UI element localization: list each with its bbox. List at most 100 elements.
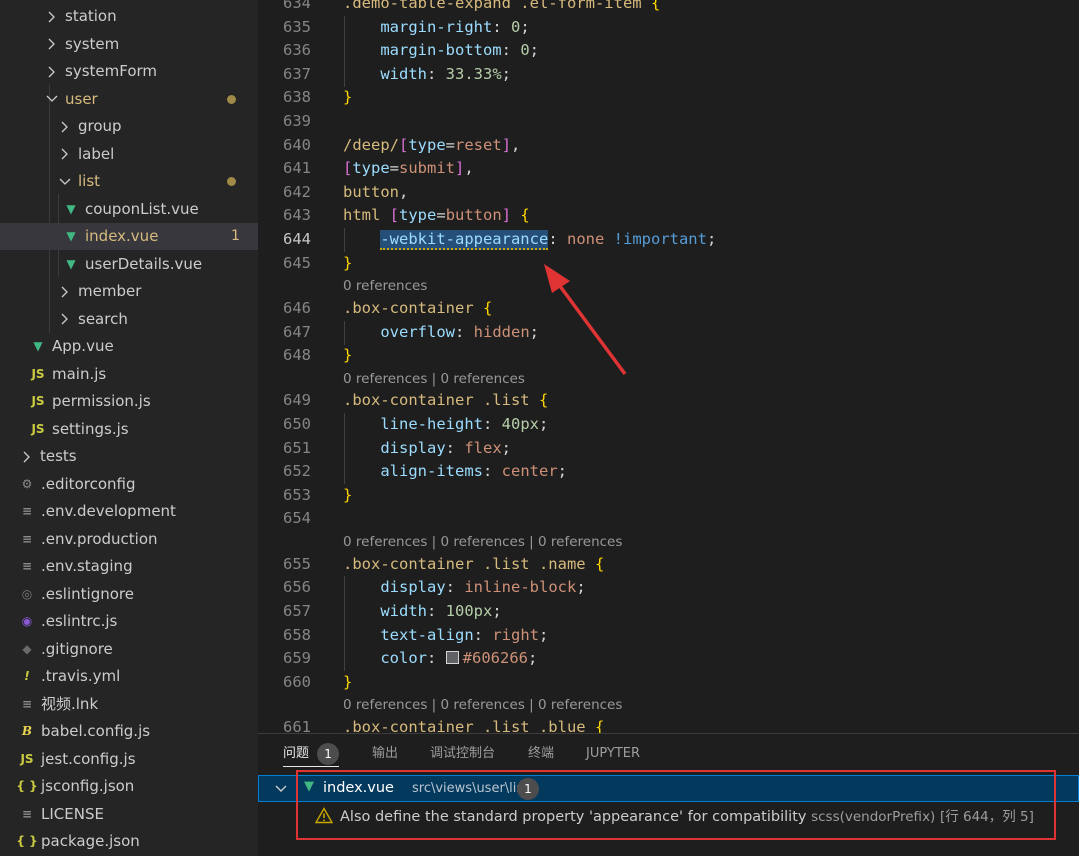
problem-message-line: Also define the standard property 'appea… <box>340 804 1034 831</box>
tree-item-label: .env.development <box>41 502 176 520</box>
tree-item-label: couponList.vue <box>85 199 199 218</box>
tree-item-station[interactable]: station <box>0 3 258 30</box>
tree-item-app-vue[interactable]: ▼ App.vue <box>0 333 258 360</box>
problem-message: Also define the standard property 'appea… <box>340 809 807 825</box>
js-file-icon: JS <box>31 366 45 381</box>
tree-item-env-staging[interactable]: ≡ .env.staging <box>0 553 258 580</box>
vue-file-icon: ▼ <box>66 201 76 216</box>
chevron-right-icon[interactable] <box>59 306 71 333</box>
chevron-down-icon[interactable] <box>275 776 287 801</box>
tree-item-label: settings.js <box>52 419 129 438</box>
tree-item-systemform[interactable]: systemForm <box>0 58 258 85</box>
tree-item-babel-config-js[interactable]: Bbabel.config.js <box>0 718 258 745</box>
warning-icon <box>314 807 334 828</box>
chevron-right-icon[interactable] <box>59 141 71 168</box>
tree-item-label: systemForm <box>65 62 158 80</box>
tree-item-label[interactable]: label <box>0 141 258 168</box>
tab-problems-label: 问题 <box>283 746 310 761</box>
chevron-down-icon[interactable] <box>46 86 58 113</box>
tree-item-search[interactable]: search <box>0 306 258 333</box>
tree-item-label: userDetails.vue <box>85 254 203 273</box>
tree-item-label: .eslintignore <box>41 584 134 603</box>
tree-item-tests[interactable]: tests <box>0 443 258 470</box>
tree-item-label: user <box>65 89 98 108</box>
gear-icon: ⚙ <box>21 476 33 491</box>
tree-item-couponlist-vue[interactable]: ▼ couponList.vue <box>0 196 258 223</box>
tree-item-label: station <box>65 7 117 25</box>
tree-item-label: list <box>78 172 101 190</box>
problems-count-badge: 1 <box>317 742 340 765</box>
tree-item-jest-config-js[interactable]: JS jest.config.js <box>0 746 258 773</box>
js-file-icon: JS <box>31 394 45 408</box>
tree-item-label: .env.production <box>41 529 158 548</box>
tree-item-label: .gitignore <box>41 639 113 658</box>
tree-item-label: group <box>78 117 122 135</box>
babel-icon: B <box>21 724 33 738</box>
tree-item-member[interactable]: member <box>0 278 258 305</box>
vue-file-icon: ▼ <box>66 229 76 243</box>
tree-item-userdetails-vue[interactable]: ▼ userDetails.vue <box>0 251 258 278</box>
tree-item-group[interactable]: group <box>0 113 258 140</box>
explorer-sidebar: station system systemForm user group label lis… <box>0 0 258 856</box>
problem-item[interactable]: Also define the standard property 'appea… <box>258 804 1079 831</box>
tree-item-label: member <box>78 282 142 300</box>
text-file-icon: ≡ <box>21 531 33 546</box>
tree-item-label: search <box>78 309 128 328</box>
tree-item-list[interactable]: list <box>0 168 258 195</box>
problem-file-row[interactable]: ▼ index.vue src\views\user\list 1 <box>258 775 1079 802</box>
tree-item-settings-js[interactable]: JS settings.js <box>0 416 258 443</box>
chevron-right-icon[interactable] <box>46 31 58 58</box>
js-file-icon: JS <box>31 421 45 436</box>
tree-item-jsconfig-json[interactable]: { } jsconfig.json <box>0 773 258 800</box>
tree-item-eslintignore[interactable]: ◎ .eslintignore <box>0 581 258 608</box>
chevron-down-icon[interactable] <box>59 168 71 195</box>
tree-item-editorconfig[interactable]: ⚙ .editorconfig <box>0 471 258 498</box>
tree-item-label: LICENSE <box>41 804 104 823</box>
git-icon: ◆ <box>22 641 32 656</box>
tree-item-gitignore[interactable]: ◆ .gitignore <box>0 636 258 663</box>
tree-item-label: system <box>65 34 120 53</box>
tree-item-main-js[interactable]: JS main.js <box>0 361 258 388</box>
tree-item-user[interactable]: user <box>0 86 258 113</box>
tree-item-permission-js[interactable]: JS permission.js <box>0 388 258 415</box>
tree-item-env-development[interactable]: ≡ .env.development <box>0 498 258 525</box>
tab-problems[interactable]: 问题 1 <box>283 742 340 767</box>
tree-item-label: label <box>78 144 115 163</box>
tree-item-license[interactable]: ≡ LICENSE <box>0 801 258 828</box>
tree-item-system[interactable]: system <box>0 31 258 58</box>
tree-item-label: babel.config.js <box>41 722 151 740</box>
js-file-icon: JS <box>20 751 34 766</box>
chevron-right-icon[interactable] <box>59 113 71 140</box>
tree-item-lnk[interactable]: ≡ 视频.lnk <box>0 691 258 718</box>
tab-debug-console[interactable]: 调试控制台 <box>430 742 495 766</box>
text-file-icon: ≡ <box>21 504 33 518</box>
problem-file-name: index.vue <box>323 780 394 796</box>
vue-file-icon: ▼ <box>66 256 76 271</box>
tree-item-travis-yml[interactable]: ! .travis.yml <box>0 663 258 690</box>
tree-item-label: permission.js <box>52 392 151 410</box>
chevron-right-icon[interactable] <box>21 443 33 470</box>
annotation-arrow <box>544 264 627 376</box>
tree-item-eslintrc-js[interactable]: ◉ .eslintrc.js <box>0 608 258 635</box>
code-editor[interactable]: 634 .demo-table-expand .el-form-item {635… <box>258 0 1079 733</box>
chevron-right-icon[interactable] <box>59 278 71 305</box>
tab-jupyter[interactable]: JUPYTER <box>586 742 640 766</box>
tab-terminal[interactable]: 终端 <box>528 742 554 766</box>
problem-source: scss(vendorPrefix) <box>811 809 936 825</box>
chevron-right-icon[interactable] <box>46 58 58 85</box>
yaml-file-icon: ! <box>24 669 30 683</box>
tree-item-env-production[interactable]: ≡ .env.production <box>0 526 258 553</box>
tree-item-label: .eslintrc.js <box>41 612 118 630</box>
tree-item-index-vue[interactable]: ▼ index.vue 1 <box>0 223 258 250</box>
problem-location: [行 644，列 5] <box>939 809 1034 825</box>
chevron-right-icon[interactable] <box>46 3 58 30</box>
tree-item-label: tests <box>40 447 77 465</box>
tree-item-package-json[interactable]: { } package.json <box>0 828 258 855</box>
modified-dot <box>227 94 236 104</box>
eslint-icon: ◉ <box>21 614 33 628</box>
tree-item-label: package.json <box>41 832 140 850</box>
tree-item-label: .env.staging <box>41 557 133 575</box>
tab-output[interactable]: 输出 <box>372 742 398 766</box>
json-file-icon: { } <box>16 834 38 848</box>
tree-item-label: index.vue <box>85 227 159 245</box>
